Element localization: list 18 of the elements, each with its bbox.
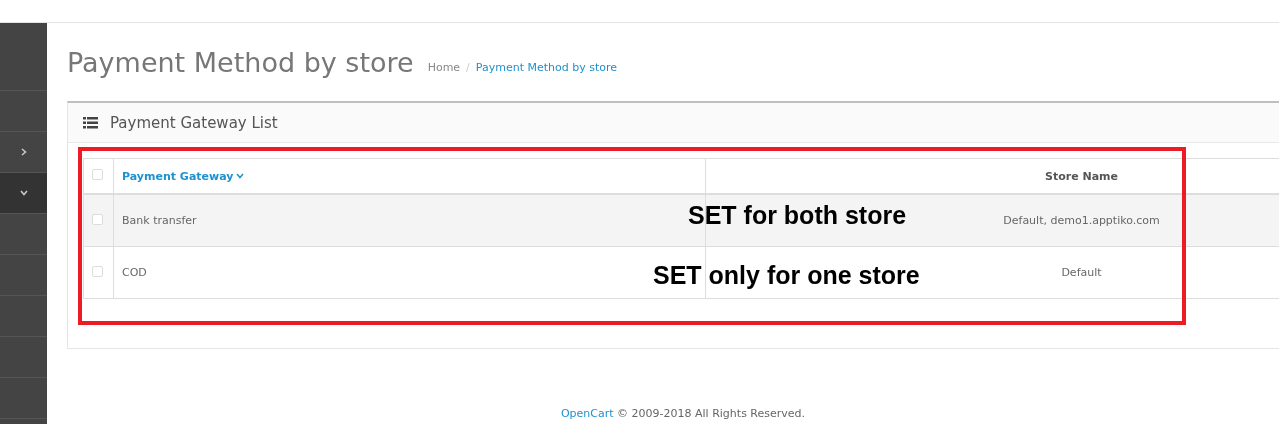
chevron-down-icon [19, 189, 28, 197]
footer-link[interactable]: OpenCart [560, 407, 614, 420]
chevron-right-icon [19, 148, 28, 156]
row-checkbox[interactable] [92, 265, 103, 277]
footer-text: OpenCart © 2009-2018 All Rights Reserved. [559, 407, 807, 420]
annotation-text: SET only for one store [653, 261, 920, 290]
list-icon [83, 116, 98, 129]
annotation-text: SET for both store [688, 201, 907, 230]
panel-title: Payment Gateway List [110, 113, 278, 132]
row-checkbox[interactable] [92, 213, 103, 225]
breadcrumb-link[interactable]: Payment Method by store [475, 60, 618, 74]
select-all-checkbox[interactable] [92, 169, 103, 180]
breadcrumb-link[interactable]: Home [427, 60, 461, 74]
sort-link[interactable]: Payment Gateway [122, 169, 245, 183]
breadcrumb-separator: / [466, 60, 470, 74]
page-title: Payment Method by store [67, 46, 414, 78]
caret-icon [236, 172, 245, 180]
sidebar-item[interactable] [0, 173, 47, 214]
